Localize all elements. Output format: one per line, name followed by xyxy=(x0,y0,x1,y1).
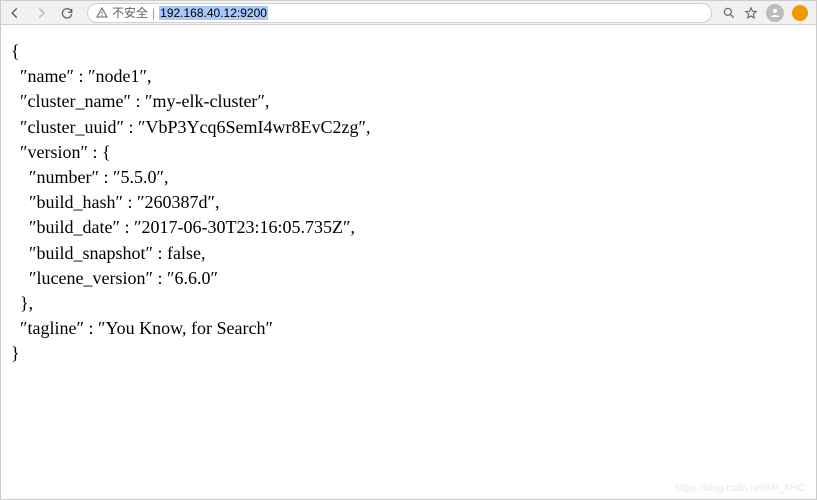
json-key: number xyxy=(37,167,92,187)
url-text: 192.168.40.12:9200 xyxy=(159,6,268,20)
browser-toolbar: 不安全 | 192.168.40.12:9200 xyxy=(1,1,816,25)
json-value: 6.6.0 xyxy=(174,268,210,288)
address-bar[interactable]: 不安全 | 192.168.40.12:9200 xyxy=(87,3,712,23)
json-key: tagline xyxy=(28,318,77,338)
json-value: 260387d xyxy=(145,192,208,212)
json-key: cluster_uuid xyxy=(28,117,117,137)
notification-badge[interactable] xyxy=(792,5,808,21)
json-key: cluster_name xyxy=(28,91,124,111)
forward-button[interactable] xyxy=(31,3,51,23)
json-key: name xyxy=(28,66,67,86)
json-key: build_hash xyxy=(37,192,116,212)
zoom-icon[interactable] xyxy=(722,6,736,20)
reload-button[interactable] xyxy=(57,3,77,23)
response-body: { ″name″ : ″node1″, ″cluster_name″ : ″my… xyxy=(1,25,816,380)
json-value: node1 xyxy=(95,66,139,86)
json-key: version xyxy=(28,142,81,162)
json-key: lucene_version xyxy=(37,268,146,288)
json-value: my-elk-cluster xyxy=(152,91,257,111)
back-button[interactable] xyxy=(5,3,25,23)
json-value: You Know, for Search xyxy=(105,318,265,338)
profile-avatar[interactable] xyxy=(766,4,784,22)
json-value: VbP3Ycq6SemI4wr8EvC2zg xyxy=(145,117,358,137)
json-key: build_date xyxy=(37,217,113,237)
json-value: 5.5.0 xyxy=(120,167,156,187)
watermark: https://blog.csdn.net/Mr_XHC xyxy=(674,483,805,494)
insecure-label: 不安全 xyxy=(112,4,148,21)
toolbar-right xyxy=(722,4,812,22)
json-value: false xyxy=(167,243,201,263)
json-key: build_snapshot xyxy=(37,243,146,263)
json-value: 2017-06-30T23:16:05.735Z xyxy=(141,217,342,237)
star-icon[interactable] xyxy=(744,6,758,20)
insecure-icon xyxy=(96,7,108,19)
address-divider: | xyxy=(152,6,155,20)
